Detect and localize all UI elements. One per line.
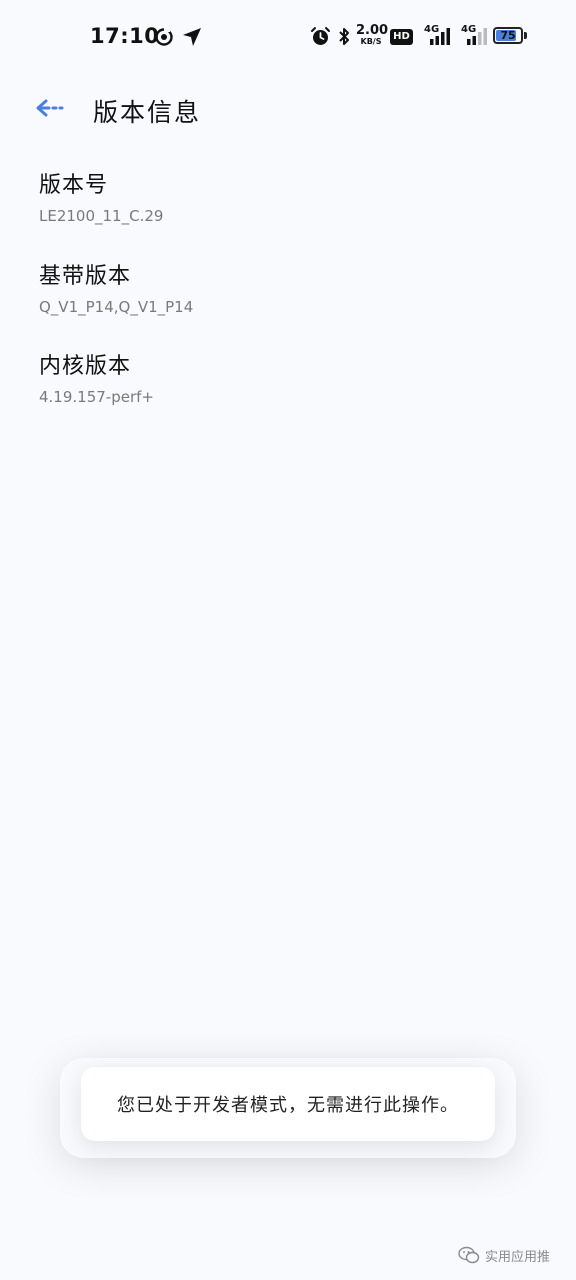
hd-voice-icon: HD xyxy=(390,29,413,45)
item-title: 版本号 xyxy=(39,173,109,198)
toast-message: 您已处于开发者模式，无需进行此操作。 xyxy=(117,1095,459,1116)
item-title: 内核版本 xyxy=(39,354,132,379)
toast: 您已处于开发者模式，无需进行此操作。 xyxy=(81,1067,495,1141)
version-number-item[interactable]: 版本号 LE2100_11_C.29 xyxy=(39,172,163,226)
wechat-icon xyxy=(458,1246,480,1264)
sim1-network-type: 4G xyxy=(424,24,440,35)
status-bar: 17:10 2.00 KB/S HD 4G 4G 75 xyxy=(0,0,576,72)
page-title: 版本信息 xyxy=(93,98,202,127)
battery-level: 75 xyxy=(500,29,516,42)
network-speed: 2.00 KB/S xyxy=(356,23,389,46)
item-title: 基带版本 xyxy=(39,264,132,289)
battery-icon: 75 xyxy=(493,27,523,44)
back-arrow-icon xyxy=(35,98,65,122)
alarm-icon xyxy=(310,26,331,51)
item-value: LE2100_11_C.29 xyxy=(39,207,164,225)
bluetooth-icon xyxy=(337,26,351,51)
sim2-network-type: 4G xyxy=(461,24,477,35)
location-arrow-icon xyxy=(181,26,203,52)
baseband-version-item[interactable]: 基带版本 Q_V1_P14,Q_V1_P14 xyxy=(39,263,193,317)
status-time: 17:10 xyxy=(90,24,160,48)
sync-icon xyxy=(154,27,174,51)
watermark-text: 实用应用推 xyxy=(485,1249,551,1265)
item-value: 4.19.157-perf+ xyxy=(39,388,154,406)
battery-tip xyxy=(524,32,527,39)
watermark: 实用应用推 xyxy=(458,1243,550,1267)
back-button[interactable] xyxy=(30,94,70,126)
kernel-version-item[interactable]: 内核版本 4.19.157-perf+ xyxy=(39,353,154,407)
header: 版本信息 xyxy=(0,80,576,140)
item-value: Q_V1_P14,Q_V1_P14 xyxy=(39,298,194,316)
